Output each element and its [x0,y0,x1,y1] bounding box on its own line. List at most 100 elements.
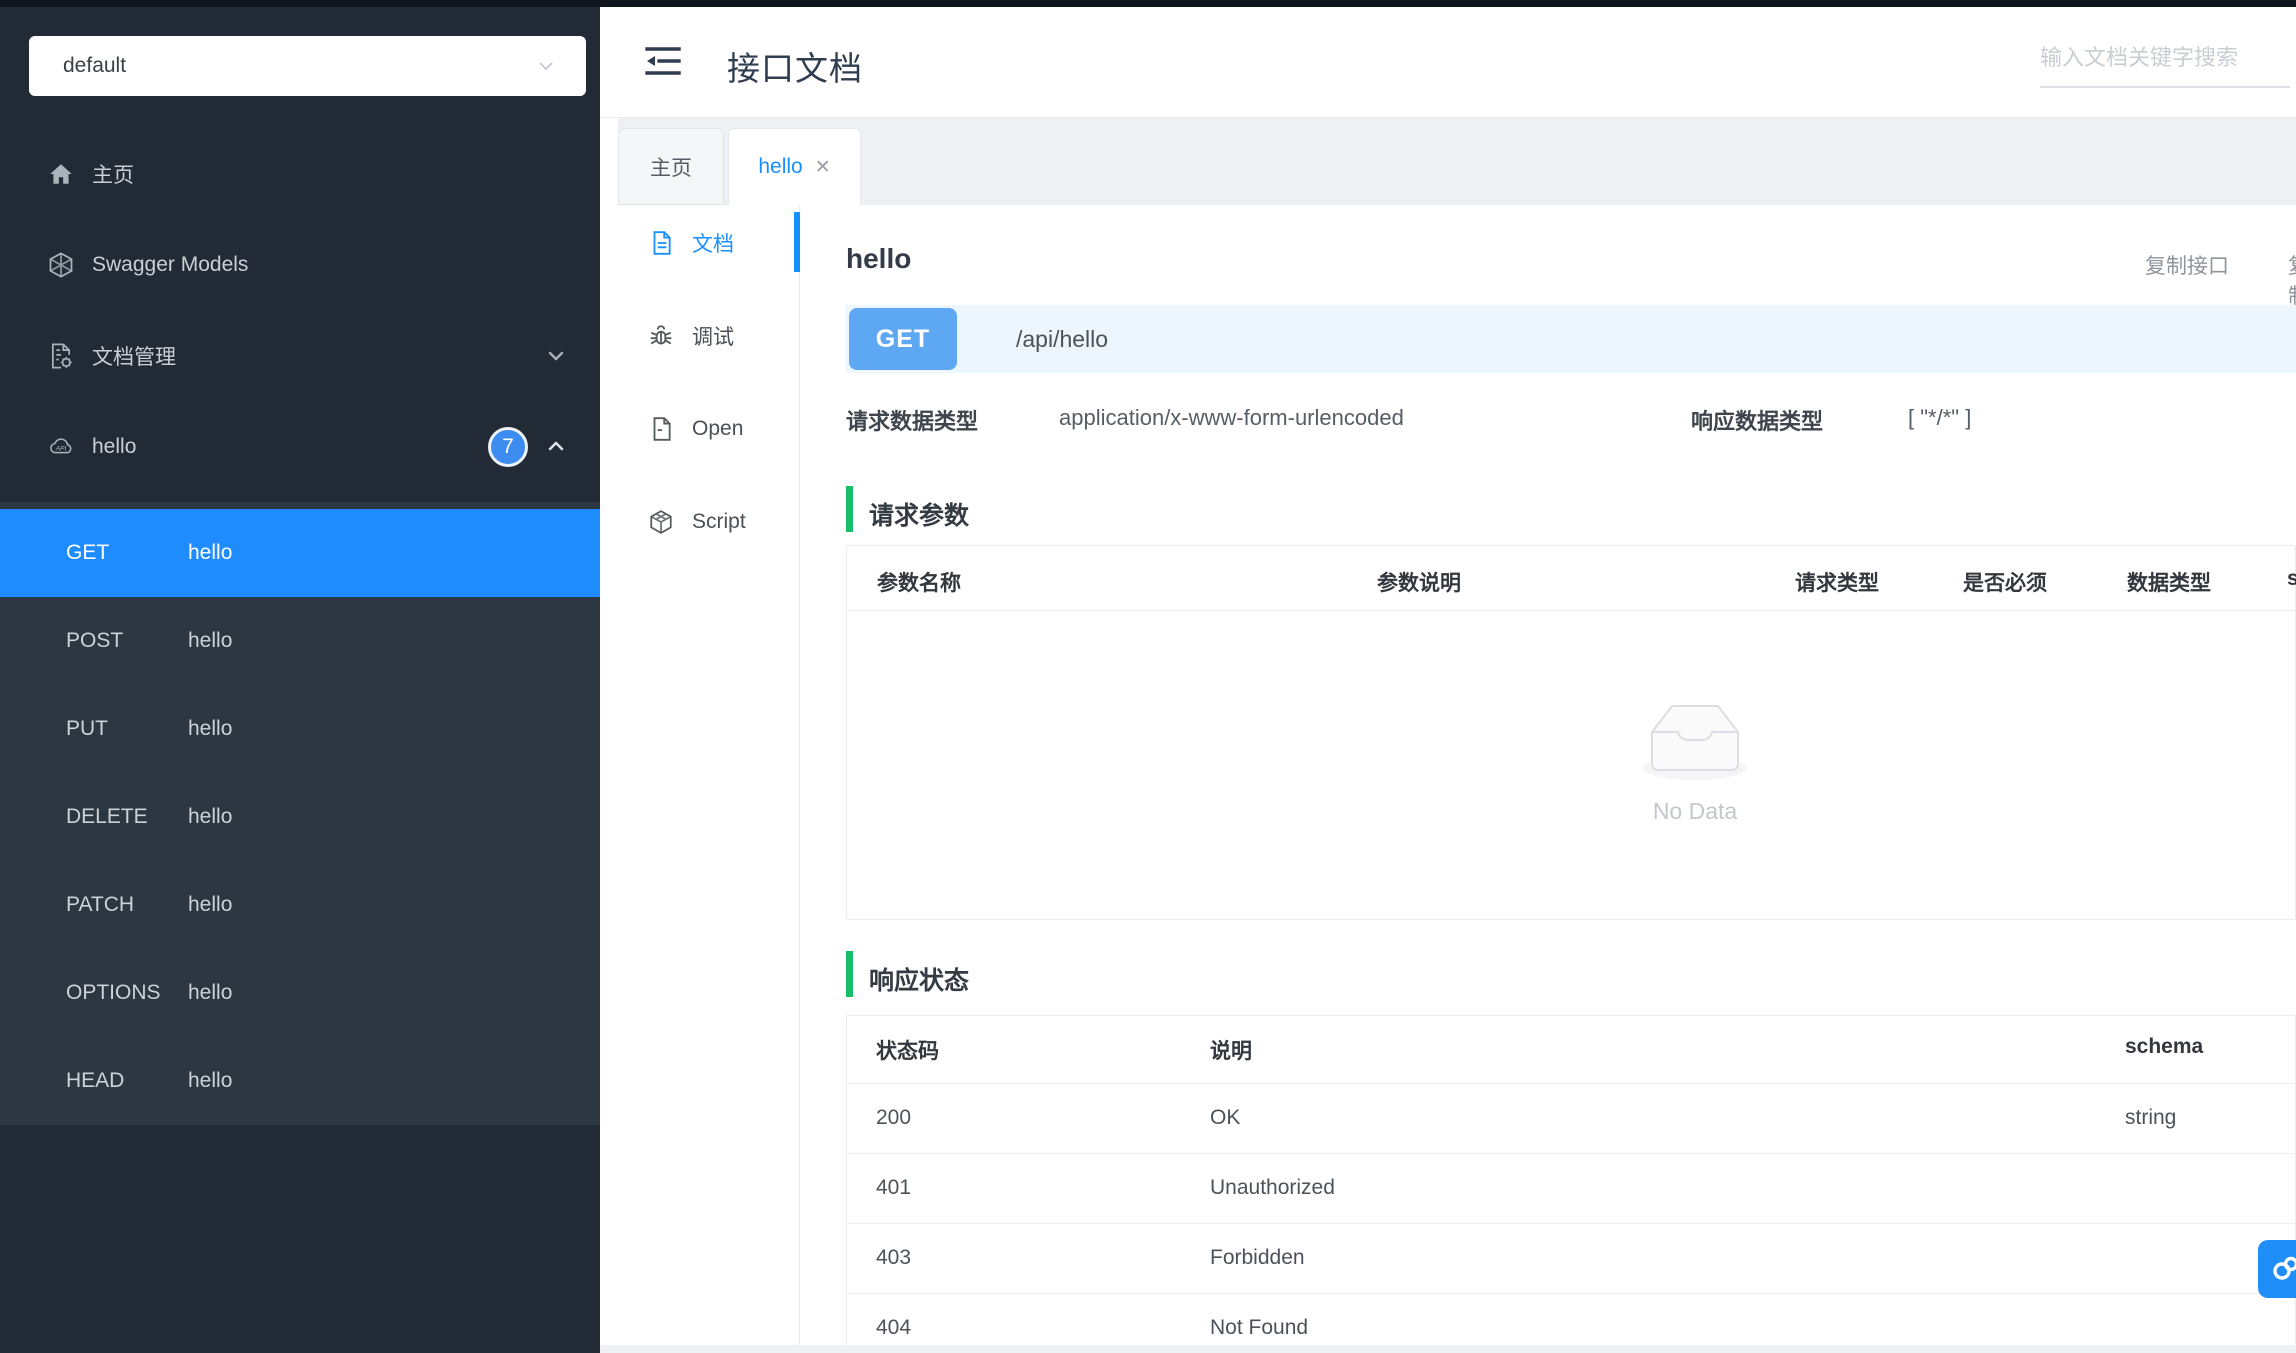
page-title: 接口文档 [727,50,863,87]
rail-tab-label: 文档 [692,233,734,256]
method-verb: OPTIONS [66,981,161,1004]
copy-api-link[interactable]: 复制接口 [2145,250,2229,280]
doc-search[interactable] [2040,30,2290,88]
params-col-reqtype: 请求类型 [1795,572,1879,595]
top-strip [0,0,2296,7]
sidebar-item-label: 主页 [92,164,134,187]
status-code: 200 [876,1106,912,1129]
row-divider [846,1293,2296,1294]
method-name: hello [188,981,233,1004]
circles-cluster-icon [2273,1256,2296,1280]
status-schema: string [2125,1106,2177,1129]
params-col-schema: schema [2287,567,2296,590]
method-name: hello [188,1069,233,1092]
method-verb: PUT [66,717,108,740]
status-col-desc: 说明 [1210,1040,1252,1063]
sidebar-endpoint-put[interactable]: PUT hello [0,685,600,773]
empty-inbox-icon [1643,705,1747,780]
rail-tab-label: 调试 [692,326,734,349]
menu-fold-icon[interactable] [645,44,681,78]
sidebar-endpoint-get[interactable]: GET hello [0,509,600,597]
request-type-value: application/x-www-form-urlencoded [1059,405,1404,430]
tab-bar [618,118,2296,205]
status-col-schema: schema [2125,1035,2204,1058]
empty-state [1630,690,1760,790]
status-section-title: 响应状态 [869,967,970,995]
rail-tab-debug[interactable]: 调试 [648,312,798,360]
codesandbox-icon [648,509,674,535]
sidebar-submenu-hello: GET hello POST hello PUT hello DELETE he… [0,502,600,1125]
sidebar-item-label: 文档管理 [92,346,176,369]
count-badge: 7 [488,427,528,467]
status-desc: OK [1210,1106,1241,1129]
rail-tab-label: Script [692,510,746,533]
status-code: 404 [876,1316,912,1339]
tab-label: 主页 [650,156,692,180]
sidebar-endpoint-options[interactable]: OPTIONS hello [0,949,600,1037]
status-desc: Unauthorized [1210,1176,1335,1199]
chevron-down-icon [536,56,556,76]
tab-home[interactable]: 主页 [618,128,724,205]
section-accent-bar [846,486,853,532]
rail-tab-label: Open [692,417,744,440]
bottom-strip [600,1345,2296,1353]
endpoint-url-bar: GET /api/hello [846,305,2296,373]
file-icon [648,416,674,442]
home-icon [46,159,76,189]
chevron-down-icon [544,344,568,368]
method-badge: GET [849,308,957,370]
sidebar-endpoint-head[interactable]: HEAD hello [0,1037,600,1125]
sidebar-item-label: Swagger Models [92,253,249,276]
sidebar-endpoint-post[interactable]: POST hello [0,597,600,685]
api-group-select-value: default [63,54,127,77]
tab-label: hello [758,155,803,178]
empty-state-text: No Data [1652,798,1738,824]
knife4j-app: default 主页 Swagger Models 文档管理 API hello… [0,0,2296,1353]
sidebar-item-label: hello [92,435,137,458]
file-gear-icon [46,341,76,371]
sidebar-item-home[interactable]: 主页 [0,129,600,219]
method-verb: GET [66,541,110,564]
rail-tab-open[interactable]: Open [648,405,798,453]
row-divider [846,1223,2296,1224]
params-table: 参数名称 参数说明 请求类型 是否必须 数据类型 schema [846,545,2296,920]
sidebar-endpoint-patch[interactable]: PATCH hello [0,861,600,949]
sidebar-item-swagger-models[interactable]: Swagger Models [0,220,600,310]
sidebar-endpoint-delete[interactable]: DELETE hello [0,773,600,861]
api-group-select[interactable]: default [29,36,586,96]
status-table-frame [846,1015,2296,1353]
sidebar-item-hello-group[interactable]: API hello 7 [0,402,600,492]
sidebar: default 主页 Swagger Models 文档管理 API hello… [0,7,600,1353]
params-section-title: 请求参数 [869,502,970,530]
table-header-divider [847,610,2295,611]
svg-text:API: API [55,445,67,452]
rail-tab-script[interactable]: Script [648,498,798,546]
params-col-datatype: 数据类型 [2127,572,2211,595]
status-desc: Forbidden [1210,1246,1305,1269]
bug-icon [648,323,674,349]
row-divider [846,1153,2296,1154]
endpoint-title: hello [846,243,912,274]
method-name: hello [188,629,233,652]
floating-settings-button[interactable] [2258,1240,2296,1298]
params-col-desc: 参数说明 [1377,572,1461,595]
file-text-icon [648,230,674,256]
tab-hello[interactable]: hello ✕ [728,128,861,205]
rail-tab-doc[interactable]: 文档 [648,219,798,267]
method-verb: HEAD [66,1069,125,1092]
status-desc: Not Found [1210,1316,1309,1339]
params-col-name: 参数名称 [877,572,961,595]
search-input[interactable] [2040,30,2290,86]
row-divider [846,1083,2296,1084]
rail-divider [799,205,800,1353]
status-code: 403 [876,1246,912,1269]
sidebar-item-doc-manage[interactable]: 文档管理 [0,311,600,401]
method-name: hello [188,893,233,916]
chevron-up-icon [544,435,568,459]
close-icon[interactable]: ✕ [815,156,831,179]
status-col-code: 状态码 [876,1040,939,1063]
endpoint-path: /api/hello [1016,325,1109,352]
response-type-label: 响应数据类型 [1691,409,1824,434]
method-verb: DELETE [66,805,148,828]
section-accent-bar [846,951,853,997]
